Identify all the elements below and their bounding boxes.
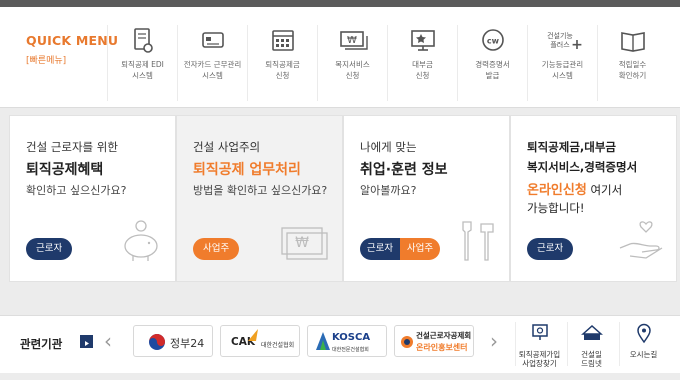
employer-button[interactable]: 사업주 bbox=[193, 238, 240, 260]
taegeuk-icon bbox=[149, 334, 165, 350]
cwa-certificate-icon: cw bbox=[482, 29, 504, 51]
piggy-bank-icon bbox=[124, 220, 158, 261]
worker-button[interactable]: 근로자 bbox=[26, 238, 73, 260]
card-job-training[interactable]: 나에게 맞는 취업·훈련 정보 알아볼까요? 근로자 사업주 bbox=[343, 115, 510, 282]
quick-item-career[interactable]: cw 경력증명서 발급 bbox=[457, 25, 527, 101]
site-label: 건설일 드림넷 bbox=[581, 350, 602, 368]
site-dreamnet[interactable]: 건설일 드림넷 bbox=[567, 322, 615, 368]
logo-cak[interactable]: CAK 대한건설협회 bbox=[220, 325, 300, 357]
cak-mark-icon bbox=[248, 329, 258, 341]
site-label: 오시는길 bbox=[629, 350, 658, 359]
card-line3: 방법을 확인하고 싶으신가요? bbox=[193, 184, 328, 197]
card-headline: 퇴직공제 업무처리 bbox=[193, 162, 301, 178]
related-toggle-button[interactable] bbox=[80, 335, 93, 348]
site-directions[interactable]: 오시는길 bbox=[619, 322, 667, 366]
svg-text:₩: ₩ bbox=[295, 235, 309, 251]
quick-item-label: 기능등급관리 시스템 bbox=[541, 60, 584, 80]
card-line1: 건설 사업주의 bbox=[193, 140, 261, 154]
quick-item-skill[interactable]: 건설기능 플러스 + 기능등급관리 시스템 bbox=[527, 25, 597, 101]
cwma-mark-icon bbox=[401, 336, 413, 348]
quick-item-accrual[interactable]: 적립일수 확인하기 bbox=[597, 25, 667, 101]
card-employer-process[interactable]: 건설 사업주의 퇴직공제 업무처리 방법을 확인하고 싶으신가요? 사업주 ₩ bbox=[176, 115, 343, 282]
card-line1: 나에게 맞는 bbox=[360, 140, 417, 154]
quick-item-label: 적립일수 확인하기 bbox=[618, 60, 647, 80]
won-money-icon: ₩ bbox=[340, 31, 368, 50]
logo-gov24[interactable]: 정부24 bbox=[133, 325, 213, 357]
card-line3: 확인하고 싶으신가요? bbox=[26, 184, 127, 197]
logo-subtext: 온라인홍보센터 bbox=[416, 343, 468, 352]
card-line1: 퇴직공제금,대부금 bbox=[527, 140, 617, 154]
quick-item-label: 대부금 신청 bbox=[412, 60, 433, 80]
top-bar bbox=[0, 0, 680, 7]
card-highlight: 온라인신청 bbox=[527, 183, 587, 198]
related-title: 관련기관 bbox=[20, 337, 63, 351]
site-label: 퇴직공제가입 사업장찾기 bbox=[518, 350, 561, 368]
card-line4: 가능합니다! bbox=[527, 201, 585, 215]
logo-cwma-pr[interactable]: 건설근로자공제회 온라인홍보센터 bbox=[394, 325, 474, 357]
monitor-search-icon bbox=[532, 324, 548, 340]
promo-cards: 건설 근로자를 위한 퇴직공제혜택 확인하고 싶으신가요? 근로자 건설 사업주… bbox=[9, 115, 680, 282]
card-icon bbox=[202, 32, 224, 48]
svg-text:+: + bbox=[571, 37, 583, 53]
quick-item-label: 경력증명서 발급 bbox=[475, 60, 510, 80]
logo-subtext: 대한건설협회 bbox=[261, 342, 295, 349]
worker-button[interactable]: 근로자 bbox=[527, 238, 574, 260]
quick-menu-subtitle: [빠른메뉴] bbox=[26, 56, 67, 66]
document-gear-icon bbox=[134, 28, 153, 53]
card-line3: 알아볼까요? bbox=[360, 184, 417, 197]
worker-button[interactable]: 근로자 bbox=[360, 238, 400, 260]
monitor-star-icon bbox=[411, 30, 435, 51]
related-orgs-bar: 관련기관 ‹ 정부24 CAK 대한건설협회 KOSCA 대한전문건설협회 건설… bbox=[0, 315, 680, 373]
split-button: 근로자 사업주 bbox=[360, 238, 440, 260]
card-headline: 취업·훈련 정보 bbox=[360, 162, 448, 178]
next-arrow-icon[interactable]: › bbox=[490, 329, 498, 353]
skill-plus-icon: 건설기능 플러스 + bbox=[547, 31, 583, 53]
svg-text:cw: cw bbox=[487, 37, 500, 46]
logo-text: 정부24 bbox=[170, 337, 205, 350]
card-line3b: 여기서 bbox=[586, 183, 623, 197]
card-line2: 복지서비스,경력증명서 bbox=[527, 160, 638, 174]
svg-text:건설기능: 건설기능 bbox=[547, 31, 573, 40]
logo-text: KOSCA bbox=[332, 332, 371, 343]
quick-menu-title: QUICK MENU bbox=[26, 33, 119, 48]
quick-item-label: 전자카드 근무관리 시스템 bbox=[183, 60, 242, 80]
quick-item-edi[interactable]: 퇴직공제 EDI 시스템 bbox=[107, 25, 177, 101]
quick-item-ecard[interactable]: 전자카드 근무관리 시스템 bbox=[177, 25, 247, 101]
svg-text:플러스: 플러스 bbox=[550, 40, 570, 49]
quick-item-label: 퇴직공제금 신청 bbox=[265, 60, 300, 80]
quick-menu: QUICK MENU [빠른메뉴] 퇴직공제 EDI 시스템 전자카드 근무관리… bbox=[0, 7, 680, 108]
quick-item-severance[interactable]: 퇴직공제금 신청 bbox=[247, 25, 317, 101]
prev-arrow-icon[interactable]: ‹ bbox=[104, 329, 112, 353]
quick-item-label: 복지서비스 신청 bbox=[335, 60, 370, 80]
quick-item-welfare[interactable]: ₩ 복지서비스 신청 bbox=[317, 25, 387, 101]
employer-button[interactable]: 사업주 bbox=[400, 238, 440, 260]
tools-icon bbox=[462, 221, 494, 261]
won-bill-icon: ₩ bbox=[281, 227, 328, 260]
kosca-mark-icon bbox=[316, 332, 330, 350]
map-pin-icon bbox=[637, 323, 651, 344]
card-line3-wrap: 온라인신청 여기서 bbox=[527, 179, 622, 198]
svg-text:₩: ₩ bbox=[347, 35, 357, 46]
logo-kosca[interactable]: KOSCA 대한전문건설협회 bbox=[307, 325, 387, 357]
hand-heart-icon bbox=[619, 221, 663, 259]
card-headline: 퇴직공제혜택 bbox=[26, 162, 104, 178]
card-line1: 건설 근로자를 위한 bbox=[26, 140, 118, 154]
play-icon bbox=[85, 341, 89, 346]
logo-subtext: 대한전문건설협회 bbox=[332, 347, 369, 353]
quick-item-label: 퇴직공제 EDI 시스템 bbox=[121, 60, 164, 80]
building-icon bbox=[581, 324, 603, 340]
logo-text: 건설근로자공제회 bbox=[416, 331, 472, 340]
card-worker-benefit[interactable]: 건설 근로자를 위한 퇴직공제혜택 확인하고 싶으신가요? 근로자 bbox=[9, 115, 176, 282]
site-find-workplace[interactable]: 퇴직공제가입 사업장찾기 bbox=[515, 322, 563, 368]
calendar-icon bbox=[272, 30, 294, 51]
card-online-apply[interactable]: 퇴직공제금,대부금 복지서비스,경력증명서 온라인신청 여기서 가능합니다! 근… bbox=[510, 115, 677, 282]
quick-item-loan[interactable]: 대부금 신청 bbox=[387, 25, 457, 101]
book-icon bbox=[621, 32, 645, 52]
